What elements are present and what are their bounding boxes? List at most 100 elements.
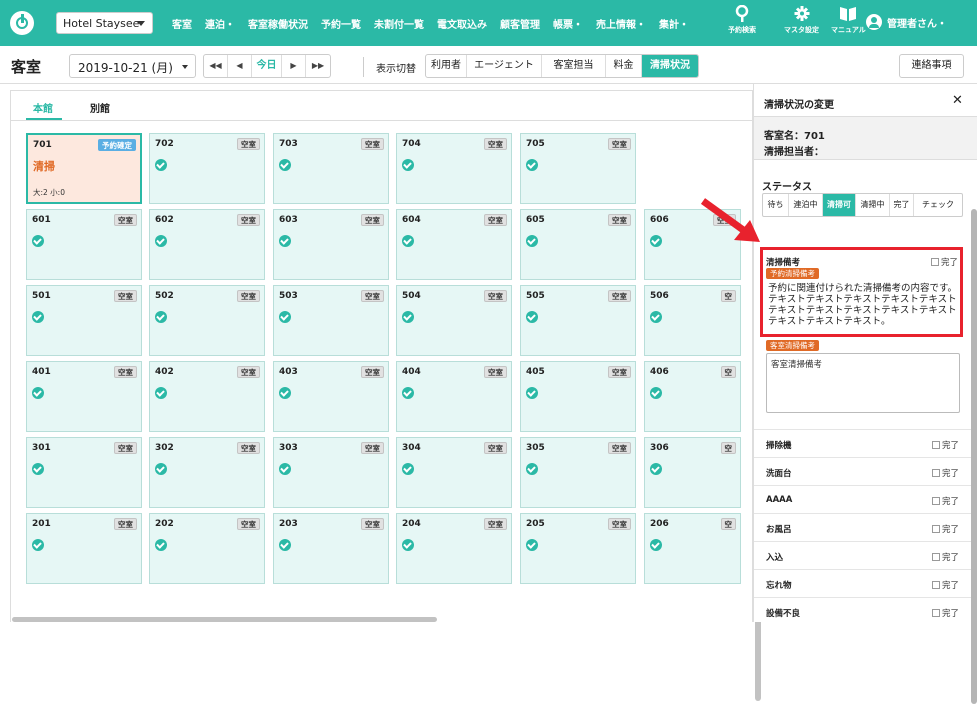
- room-status-badge: 空: [720, 518, 736, 530]
- room-card-703[interactable]: 703 空室: [273, 133, 389, 204]
- room-card-403[interactable]: 403 空室: [273, 361, 389, 432]
- room-card-505[interactable]: 505 空室: [520, 285, 636, 356]
- room-card-705[interactable]: 705 空室: [520, 133, 636, 204]
- menu-item-customers[interactable]: 顧客管理: [500, 16, 540, 31]
- room-status-badge: 空室: [608, 138, 631, 150]
- tab-main-building[interactable]: 本館: [33, 100, 53, 115]
- reservation-search-button[interactable]: 予約検索: [728, 4, 756, 35]
- done-checkbox[interactable]: 完了: [932, 607, 959, 619]
- room-status-badge: 空室: [608, 366, 631, 378]
- menu-item-occupancy[interactable]: 客室稼働状況: [248, 16, 308, 31]
- room-card-206[interactable]: 206 空: [644, 513, 741, 584]
- cleaning-status: 清掃: [33, 160, 55, 173]
- app-logo[interactable]: [10, 11, 34, 35]
- room-card-502[interactable]: 502 空室: [149, 285, 265, 356]
- view-user-button[interactable]: 利用者: [426, 55, 467, 77]
- room-number: 606: [650, 215, 669, 225]
- hotel-select[interactable]: Hotel Staysee: [56, 12, 153, 34]
- status-cleanable-button[interactable]: 清掃可: [823, 194, 856, 216]
- room-card-202[interactable]: 202 空室: [149, 513, 265, 584]
- menu-item-unassigned[interactable]: 未割付一覧: [374, 16, 424, 31]
- status-check-button[interactable]: チェック: [914, 194, 962, 216]
- prev-week-button[interactable]: ◀◀: [204, 55, 228, 77]
- room-card-301[interactable]: 301 空室: [26, 437, 142, 508]
- room-card-704[interactable]: 704 空室: [396, 133, 512, 204]
- room-card-205[interactable]: 205 空室: [520, 513, 636, 584]
- room-card-402[interactable]: 402 空室: [149, 361, 265, 432]
- panel-scrollbar[interactable]: [971, 209, 977, 704]
- done-checkbox[interactable]: 完了: [932, 439, 959, 451]
- check-item-setup: 入込 完了: [754, 541, 977, 569]
- room-card-504[interactable]: 504 空室: [396, 285, 512, 356]
- room-card-503[interactable]: 503 空室: [273, 285, 389, 356]
- check-icon: [402, 463, 414, 475]
- prev-day-button[interactable]: ◀: [228, 55, 252, 77]
- divider: [363, 57, 364, 77]
- room-card-605[interactable]: 605 空室: [520, 209, 636, 280]
- room-status-badge: 空室: [237, 442, 260, 454]
- menu-item-reservations[interactable]: 予約一覧: [321, 16, 361, 31]
- today-button[interactable]: 今日: [252, 55, 282, 77]
- room-card-702[interactable]: 702 空室: [149, 133, 265, 204]
- room-card-601[interactable]: 601 空室: [26, 209, 142, 280]
- room-number: 402: [155, 367, 174, 377]
- status-done-button[interactable]: 完了: [890, 194, 914, 216]
- room-card-401[interactable]: 401 空室: [26, 361, 142, 432]
- room-number: 704: [402, 139, 421, 149]
- room-number: 504: [402, 291, 421, 301]
- menu-item-reports[interactable]: 帳票・: [553, 16, 583, 31]
- horizontal-scrollbar[interactable]: [12, 617, 437, 622]
- room-card-204[interactable]: 204 空室: [396, 513, 512, 584]
- notes-button[interactable]: 連絡事項: [899, 54, 964, 78]
- status-staying-button[interactable]: 連泊中: [789, 194, 823, 216]
- next-week-button[interactable]: ▶▶: [306, 55, 330, 77]
- cleaning-notes-done-checkbox[interactable]: 完了: [931, 256, 958, 268]
- check-icon: [650, 235, 662, 247]
- view-cleaning-button[interactable]: 清掃状況: [642, 55, 698, 77]
- close-icon[interactable]: ✕: [952, 93, 963, 108]
- room-number: 302: [155, 443, 174, 453]
- room-card-203[interactable]: 203 空室: [273, 513, 389, 584]
- date-select[interactable]: 2019-10-21 (月): [69, 54, 196, 78]
- check-icon: [526, 387, 538, 399]
- manual-button[interactable]: マニュアル: [831, 5, 866, 35]
- status-cleaning-button[interactable]: 清掃中: [856, 194, 890, 216]
- room-card-306[interactable]: 306 空: [644, 437, 741, 508]
- room-card-701[interactable]: 701 予約確定 清掃 大:2 小:0: [26, 133, 142, 204]
- view-room-staff-button[interactable]: 客室担当: [542, 55, 606, 77]
- done-checkbox[interactable]: 完了: [932, 467, 959, 479]
- menu-item-totals[interactable]: 集計・: [659, 16, 689, 31]
- room-card-604[interactable]: 604 空室: [396, 209, 512, 280]
- done-checkbox[interactable]: 完了: [932, 579, 959, 591]
- menu-item-import[interactable]: 電文取込み: [437, 16, 487, 31]
- room-card-501[interactable]: 501 空室: [26, 285, 142, 356]
- room-card-304[interactable]: 304 空室: [396, 437, 512, 508]
- master-settings-button[interactable]: マスタ設定: [784, 5, 819, 35]
- next-day-button[interactable]: ▶: [282, 55, 306, 77]
- tab-annex[interactable]: 別館: [90, 100, 110, 115]
- room-card-201[interactable]: 201 空室: [26, 513, 142, 584]
- room-card-406[interactable]: 406 空: [644, 361, 741, 432]
- room-card-603[interactable]: 603 空室: [273, 209, 389, 280]
- room-card-302[interactable]: 302 空室: [149, 437, 265, 508]
- room-card-602[interactable]: 602 空室: [149, 209, 265, 280]
- done-checkbox[interactable]: 完了: [932, 551, 959, 563]
- chevron-down-icon: [137, 21, 145, 26]
- check-icon: [155, 387, 167, 399]
- room-card-303[interactable]: 303 空室: [273, 437, 389, 508]
- menu-item-rooms[interactable]: 客室: [172, 16, 192, 31]
- menu-item-consecutive[interactable]: 連泊・: [205, 16, 235, 31]
- room-card-506[interactable]: 506 空: [644, 285, 741, 356]
- room-card-405[interactable]: 405 空室: [520, 361, 636, 432]
- view-agent-button[interactable]: エージェント: [467, 55, 542, 77]
- done-checkbox[interactable]: 完了: [932, 523, 959, 535]
- room-card-404[interactable]: 404 空室: [396, 361, 512, 432]
- room-status-badge: 空室: [608, 214, 631, 226]
- user-menu[interactable]: 管理者さん・: [866, 14, 947, 30]
- view-price-button[interactable]: 料金: [606, 55, 642, 77]
- menu-item-sales[interactable]: 売上情報・: [596, 16, 646, 31]
- done-checkbox[interactable]: 完了: [932, 495, 959, 507]
- room-notes-textarea[interactable]: 客室清掃備考: [766, 353, 960, 413]
- check-icon: [155, 311, 167, 323]
- room-card-305[interactable]: 305 空室: [520, 437, 636, 508]
